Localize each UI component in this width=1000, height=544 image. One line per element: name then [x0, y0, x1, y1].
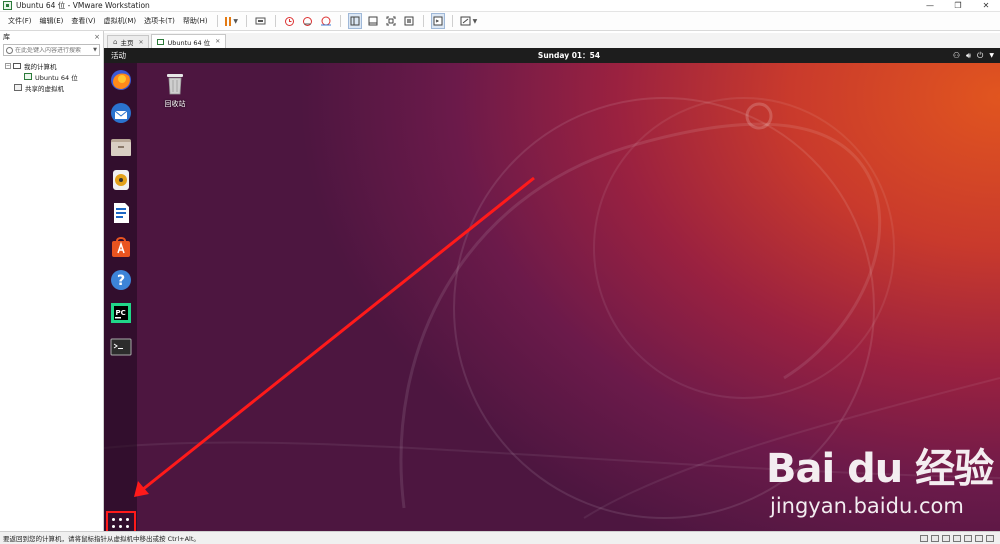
- tree-item-label: 我的计算机: [24, 62, 57, 71]
- virtual-machine-icon: [157, 38, 165, 45]
- toolbar-separator: [216, 15, 218, 27]
- home-icon: ⌂: [113, 38, 118, 46]
- close-icon[interactable]: ✕: [215, 38, 220, 45]
- toolbar-separator: [339, 15, 341, 27]
- clock-icon: [285, 16, 295, 26]
- fullscreen-button[interactable]: [384, 13, 398, 29]
- status-message: 要返回到您的计算机，请将鼠标指针从虚拟机中移出或按 Ctrl+Alt。: [3, 535, 200, 543]
- printer-icon[interactable]: [975, 534, 983, 542]
- vmware-app-icon: [3, 1, 12, 10]
- cd-icon[interactable]: [931, 534, 939, 542]
- unity-icon: [404, 16, 414, 26]
- toolbar-separator: [422, 15, 424, 27]
- baidu-logo: Bai du 经验: [766, 446, 994, 492]
- restore-button[interactable]: ❐: [944, 0, 972, 12]
- tree-item-label: Ubuntu 64 位: [35, 73, 78, 82]
- snapshot-manager-icon: [320, 16, 331, 25]
- console-icon: [433, 16, 443, 26]
- keyboard-icon: [255, 17, 266, 25]
- chevron-down-icon: ▼: [472, 17, 478, 25]
- fullscreen-icon: [386, 16, 396, 26]
- chevron-down-icon[interactable]: ▼: [93, 47, 97, 53]
- tab-ubuntu[interactable]: Ubuntu 64 位 ✕: [151, 34, 227, 48]
- stretch-guest-button[interactable]: ▼: [460, 13, 478, 29]
- view-thumbnail-button[interactable]: [366, 13, 380, 29]
- library-close-button[interactable]: ×: [94, 33, 100, 41]
- baidu-watermark: Bai du 经验 jingyan.baidu.com: [766, 436, 996, 526]
- usb-icon[interactable]: [953, 534, 961, 542]
- library-panel: 库 × ▼ − 我的计算机 Ubuntu 64 位 共享的虚拟机: [0, 31, 104, 531]
- library-tree: − 我的计算机 Ubuntu 64 位 共享的虚拟机: [0, 60, 103, 93]
- tree-item-my-computer[interactable]: − 我的计算机: [0, 60, 103, 71]
- tree-item-shared-vms[interactable]: 共享的虚拟机: [0, 82, 103, 93]
- ubuntu-desktop[interactable]: 活动 Sunday 01：54 ⚇ 🔊︎ ⏻ ▼ ? PC 回收站 Bai du…: [104, 48, 1000, 531]
- device-icons: [920, 534, 994, 542]
- sidebar-layout-icon: [350, 16, 360, 26]
- view-library-button[interactable]: [347, 13, 362, 29]
- console-view-button[interactable]: [430, 13, 445, 29]
- library-header: 库 ×: [0, 31, 103, 42]
- search-icon: [6, 46, 13, 54]
- tab-bar: ⌂ 主页 ✕ Ubuntu 64 位 ✕: [104, 33, 1000, 48]
- virtual-machine-icon: [24, 73, 32, 80]
- unity-button[interactable]: [402, 13, 416, 29]
- menu-vm[interactable]: 虚拟机(M): [100, 12, 141, 31]
- revert-icon: [303, 16, 313, 26]
- network-adapter-icon[interactable]: [942, 534, 950, 542]
- close-button[interactable]: ✕: [972, 0, 1000, 12]
- menu-help[interactable]: 帮助(H): [179, 12, 212, 31]
- baidu-url: jingyan.baidu.com: [770, 494, 964, 518]
- library-title: 库: [3, 32, 10, 41]
- tab-label: 主页: [120, 39, 134, 47]
- menu-bar: 文件(F) 编辑(E) 查看(V) 虚拟机(M) 选项卡(T) 帮助(H) ▼ …: [0, 12, 1000, 31]
- library-search-input[interactable]: [15, 46, 85, 54]
- window-title: Ubuntu 64 位 - VMware Workstation: [16, 1, 150, 10]
- revert-snapshot-button[interactable]: [301, 13, 315, 29]
- shared-vm-icon: [14, 84, 22, 91]
- snapshot-manager-button[interactable]: [319, 13, 333, 29]
- menu-tabs[interactable]: 选项卡(T): [140, 12, 179, 31]
- menu-edit[interactable]: 编辑(E): [36, 12, 68, 31]
- toolbar-separator: [274, 15, 276, 27]
- computer-icon: [13, 62, 21, 69]
- menu-view[interactable]: 查看(V): [67, 12, 99, 31]
- tree-item-ubuntu[interactable]: Ubuntu 64 位: [0, 71, 103, 82]
- menu-file[interactable]: 文件(F): [4, 12, 36, 31]
- chevron-down-icon: ▼: [233, 17, 238, 25]
- tab-home[interactable]: ⌂ 主页 ✕: [107, 35, 150, 48]
- suspend-button[interactable]: ▼: [225, 13, 239, 29]
- minimize-button[interactable]: —: [916, 0, 944, 12]
- send-ctrl-alt-del-button[interactable]: [254, 13, 268, 29]
- sound-card-icon[interactable]: [964, 534, 972, 542]
- library-search-box[interactable]: ▼: [3, 44, 100, 56]
- toolbar-separator: [451, 15, 453, 27]
- snapshot-button[interactable]: [283, 13, 297, 29]
- hard-disk-icon[interactable]: [920, 534, 928, 542]
- status-bar: 要返回到您的计算机，请将鼠标指针从虚拟机中移出或按 Ctrl+Alt。: [0, 531, 1000, 544]
- collapse-icon[interactable]: −: [5, 62, 11, 69]
- stretch-icon: [460, 16, 471, 26]
- toolbar-separator: [245, 15, 247, 27]
- pause-icon: [225, 16, 232, 26]
- display-icon[interactable]: [986, 534, 994, 542]
- window-controls: — ❐ ✕: [916, 0, 1000, 12]
- tab-label: Ubuntu 64 位: [167, 38, 211, 47]
- window-title-bar: Ubuntu 64 位 - VMware Workstation — ❐ ✕: [0, 0, 1000, 12]
- window-icon: [368, 16, 378, 26]
- tree-item-label: 共享的虚拟机: [25, 84, 64, 93]
- close-icon[interactable]: ✕: [138, 39, 143, 46]
